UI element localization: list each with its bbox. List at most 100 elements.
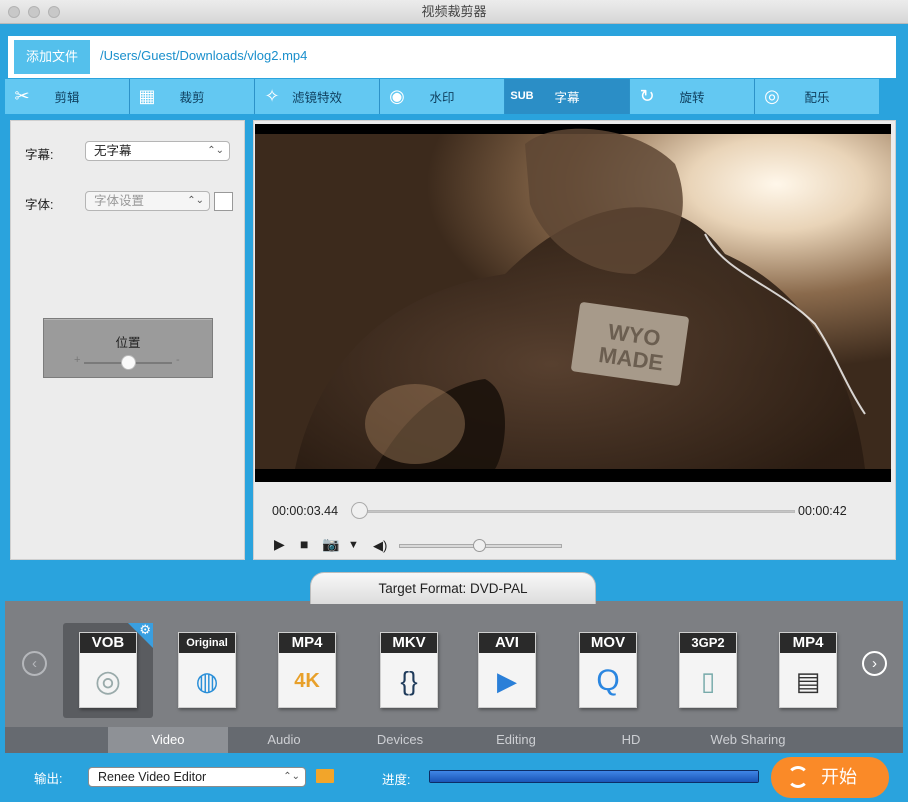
edit-tabs: ✂ 剪辑 ▦ 裁剪 ✧ 滤镜特效 ◉ 水印 SUB 字幕 ↻ 旋转 ◎ 配乐	[5, 79, 879, 114]
target-format-tab[interactable]: Target Format: DVD-PAL	[310, 572, 596, 604]
font-select[interactable]: 字体设置 ⌃⌄	[85, 191, 210, 211]
phone-icon: ▯	[700, 665, 716, 696]
scissors-icon: ✂	[14, 85, 30, 106]
disc-film-icon: ◎	[94, 664, 122, 698]
output-label: 输出:	[34, 772, 63, 786]
quicktime-icon: Q	[596, 664, 620, 697]
tab-subtitle[interactable]: SUB 字幕	[505, 79, 630, 114]
progress-fill	[430, 771, 758, 782]
video-preview: WYO MADE	[255, 124, 891, 482]
window-title: 视频裁剪器	[421, 4, 487, 19]
format-mp4[interactable]: MP4 ▤	[779, 632, 837, 708]
droplet-icon: ◉	[389, 85, 405, 106]
media-player-icon: ▶	[497, 665, 517, 696]
tab-label: 滤镜特效	[291, 91, 342, 105]
subtitle-select[interactable]: 无字幕 ⌃⌄	[85, 141, 230, 161]
format-mp4-4k[interactable]: MP4 4K	[278, 632, 336, 708]
category-video[interactable]: Video	[108, 727, 228, 753]
font-select-value: 字体设置	[94, 194, 145, 208]
format-avi[interactable]: AVI ▶	[478, 632, 536, 708]
format-label: MP4	[780, 633, 836, 653]
output-select[interactable]: Renee Video Editor ⌃⌄	[88, 767, 306, 787]
minus-label: -	[176, 354, 180, 366]
format-label: 3GP2	[680, 633, 736, 653]
speaker-icon: ◎	[764, 85, 780, 106]
matroska-icon: {}	[400, 665, 418, 696]
current-time: 00:00:03.44	[272, 504, 339, 518]
font-color-swatch[interactable]	[214, 192, 233, 211]
format-label: MKV	[381, 633, 437, 653]
tab-label: 旋转	[679, 91, 705, 105]
tab-music[interactable]: ◎ 配乐	[755, 79, 879, 114]
film-strip-icon: ▤	[795, 665, 821, 696]
output-select-value: Renee Video Editor	[98, 770, 207, 784]
format-mkv[interactable]: MKV {}	[380, 632, 438, 708]
format-label: AVI	[479, 633, 535, 653]
prev-format-arrow-icon[interactable]: ‹	[22, 651, 47, 676]
category-web-sharing[interactable]: Web Sharing	[690, 727, 806, 753]
globe-film-icon: ◍	[195, 665, 219, 696]
tab-crop[interactable]: ▦ 裁剪	[130, 79, 255, 114]
crop-film-icon: ▦	[138, 85, 156, 106]
rotate-icon: ↻	[639, 85, 655, 106]
close-window-button[interactable]	[8, 6, 20, 18]
subtitle-icon: SUB	[510, 90, 534, 102]
position-label: 位置	[115, 336, 141, 350]
tab-watermark[interactable]: ◉ 水印	[380, 79, 505, 114]
snapshot-dropdown-icon[interactable]: ▼	[348, 539, 359, 551]
seek-bar[interactable]	[352, 510, 795, 513]
file-bar: 添加文件 /Users/Guest/Downloads/vlog2.mp4	[8, 36, 896, 78]
format-label: VOB	[80, 633, 136, 653]
font-label: 字体:	[25, 198, 54, 212]
file-path: /Users/Guest/Downloads/vlog2.mp4	[100, 48, 308, 63]
volume-knob[interactable]	[473, 539, 486, 552]
start-label: 开始	[821, 767, 857, 787]
category-audio[interactable]: Audio	[228, 727, 340, 753]
subtitle-label: 字幕:	[25, 148, 54, 162]
format-label: MP4	[279, 633, 335, 653]
format-categories: Video Audio Devices Editing HD Web Shari…	[5, 727, 903, 753]
tab-label: 字幕	[554, 91, 580, 105]
chevron-updown-icon: ⌃⌄	[187, 195, 204, 206]
tab-label: 水印	[429, 91, 455, 105]
total-time: 00:00:42	[798, 504, 847, 518]
progress-bar	[429, 770, 759, 783]
zoom-window-button[interactable]	[48, 6, 60, 18]
format-label: MOV	[580, 633, 636, 653]
category-editing[interactable]: Editing	[460, 727, 572, 753]
position-control: 位置 + -	[43, 318, 213, 378]
category-hd[interactable]: HD	[572, 727, 690, 753]
convert-icon	[787, 766, 809, 788]
chevron-updown-icon: ⌃⌄	[207, 145, 224, 156]
progress-label: 进度:	[382, 773, 411, 787]
format-vob[interactable]: VOB ◎	[79, 632, 137, 708]
category-devices[interactable]: Devices	[340, 727, 460, 753]
tab-label: 剪辑	[54, 91, 80, 105]
tab-filters[interactable]: ✧ 滤镜特效	[255, 79, 380, 114]
next-format-arrow-icon[interactable]: ›	[862, 651, 887, 676]
format-original[interactable]: Original ◍	[178, 632, 236, 708]
folder-icon[interactable]	[316, 769, 334, 783]
tab-label: 裁剪	[179, 91, 205, 105]
tab-label: 配乐	[804, 91, 830, 105]
title-bar: 视频裁剪器	[0, 0, 908, 24]
format-label: Original	[179, 633, 235, 653]
tab-trim[interactable]: ✂ 剪辑	[5, 79, 130, 114]
plus-label: +	[74, 354, 81, 366]
play-icon[interactable]: ▶	[274, 536, 285, 553]
seek-knob[interactable]	[351, 502, 368, 519]
minimize-window-button[interactable]	[28, 6, 40, 18]
volume-icon[interactable]: ◀)	[373, 538, 387, 554]
4k-icon: 4K	[294, 669, 320, 692]
format-3gp2[interactable]: 3GP2 ▯	[679, 632, 737, 708]
start-button[interactable]: 开始	[771, 757, 889, 798]
add-file-button[interactable]: 添加文件	[14, 40, 90, 74]
tab-rotate[interactable]: ↻ 旋转	[630, 79, 755, 114]
subtitle-select-value: 无字幕	[94, 144, 132, 158]
stop-icon[interactable]: ■	[300, 536, 308, 552]
position-slider-knob[interactable]	[121, 355, 136, 370]
chevron-updown-icon: ⌃⌄	[283, 771, 300, 782]
format-mov[interactable]: MOV Q	[579, 632, 637, 708]
sparkle-icon: ✧	[264, 85, 280, 106]
camera-icon[interactable]: 📷	[322, 536, 339, 553]
